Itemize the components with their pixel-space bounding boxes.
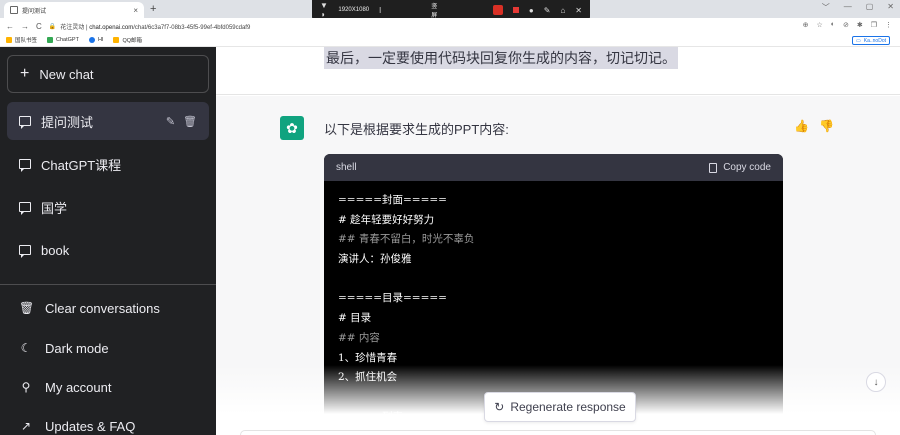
- scroll-down-button[interactable]: ↓: [866, 372, 886, 392]
- edit-pencil-icon[interactable]: ✎: [166, 115, 175, 128]
- chat-bubble-icon: [19, 159, 31, 172]
- conversation-item[interactable]: 国学: [7, 188, 209, 226]
- plus-icon: +: [20, 65, 30, 82]
- new-chat-button[interactable]: + New chat: [7, 55, 209, 93]
- chatgpt-logo-icon: ✿: [280, 116, 304, 140]
- address-bar: ← → C 🔒 花注灵动 | chat.openai.com/chat/6c3a…: [0, 18, 900, 34]
- clipboard-icon: [709, 162, 718, 173]
- recorder-filter-icon: ▼ ◑: [320, 1, 328, 19]
- message-input[interactable]: [240, 430, 876, 435]
- extension-icon[interactable]: ◐: [831, 21, 835, 29]
- code-line: ## 内容: [338, 331, 380, 344]
- resolution-label: 1920X1080: [338, 7, 370, 13]
- regenerate-response-button[interactable]: ↻ Regenerate response: [484, 392, 636, 422]
- qq-mail-icon: [113, 37, 120, 43]
- url-path: /chat/6c3a7f7-08b3-45f5-99ef-4bfd059cdaf…: [133, 24, 251, 31]
- block-icon[interactable]: ⊘: [843, 21, 849, 29]
- record-icon[interactable]: [493, 5, 503, 15]
- updates-faq-link[interactable]: ↗ Updates & FAQ: [7, 408, 209, 435]
- thumbs-up-icon[interactable]: 👍: [794, 119, 809, 133]
- stop-icon[interactable]: [512, 7, 519, 13]
- user-icon: ⚲: [21, 380, 31, 394]
- lock-icon: 🔒: [48, 23, 57, 30]
- trash-icon[interactable]: 🗑: [183, 115, 197, 128]
- copy-code-button[interactable]: Copy code: [709, 162, 771, 173]
- code-line: =====目录=====: [338, 292, 447, 305]
- back-button[interactable]: ←: [6, 22, 14, 31]
- orientation-label[interactable]: 竖屏: [431, 1, 443, 19]
- dark-mode-button[interactable]: ☾ Dark mode: [7, 330, 209, 366]
- chatgpt-icon: [47, 37, 54, 43]
- my-account-button[interactable]: ⚲ My account: [7, 369, 209, 405]
- clear-conversations-button[interactable]: 🗑 Clear conversations: [7, 290, 209, 326]
- screen-recorder-toolbar: ▼ ◑ 1920X1080 ǀ 竖屏 ● ✎ ⌂ ✕: [312, 0, 590, 20]
- globe-icon: [88, 37, 95, 43]
- window-controls: ﹀ — ▢ ✕: [822, 2, 894, 13]
- screenshot-icon[interactable]: ⌂: [560, 6, 565, 15]
- camera-point-icon[interactable]: ●: [529, 6, 534, 15]
- user-message-row: 最后，一定要使用代码块回复你生成的内容，切记切记。: [216, 47, 900, 95]
- code-line: 演讲人：孙俊雅: [338, 253, 412, 266]
- external-link-icon: ↗: [20, 419, 32, 433]
- bookmarks-bar: 国队书签 ChatGPT HI QQ邮箱: [0, 34, 900, 47]
- refresh-icon: ↻: [494, 400, 505, 414]
- bookmark-item[interactable]: QQ邮箱: [113, 36, 142, 44]
- bookmark-star-icon[interactable]: ☆: [816, 21, 822, 29]
- tab-search-icon[interactable]: ﹀: [822, 2, 830, 13]
- tab-title: 提问测试: [22, 8, 47, 15]
- assistant-intro-text: 以下是根据要求生成的PPT内容:: [324, 122, 509, 137]
- url-prefix: 花注灵动: [60, 24, 85, 31]
- browser-menu-icon[interactable]: ⋮: [885, 21, 892, 29]
- conversation-item[interactable]: book: [7, 231, 209, 269]
- thumbs-down-icon[interactable]: 👎: [819, 119, 834, 133]
- side-panel-icon[interactable]: ❐: [871, 21, 877, 29]
- tab-close-icon[interactable]: ×: [133, 6, 138, 15]
- minimize-button[interactable]: —: [844, 2, 852, 13]
- reload-button[interactable]: C: [36, 22, 42, 31]
- user-message-text: 最后，一定要使用代码块回复你生成的内容，切记切记。: [324, 47, 678, 69]
- chat-bubble-icon: [19, 202, 31, 215]
- code-line: =====封面=====: [338, 194, 447, 206]
- code-line: # 目录: [338, 312, 372, 325]
- sidebar-divider: [0, 284, 216, 285]
- pen-icon[interactable]: ✎: [544, 6, 551, 15]
- maximize-button[interactable]: ▢: [866, 2, 874, 13]
- new-tab-button[interactable]: +: [150, 3, 156, 15]
- conversation-item-active[interactable]: 提问测试 ✎ 🗑: [7, 102, 209, 140]
- extension-badge-icon: ▭: [856, 37, 861, 44]
- address-bar-actions: ⊕ ☆ ◐ ⊘ ✱ ❐ ⋮: [803, 21, 892, 29]
- sidebar: + New chat 提问测试 ✎ 🗑 ChatGPT课程 国学 book 🗑 …: [0, 47, 216, 435]
- feedback-buttons: 👍 👎: [794, 119, 834, 133]
- bookmark-item[interactable]: HI: [88, 37, 103, 43]
- chat-bubble-icon: [19, 116, 31, 129]
- zoom-icon[interactable]: ⊕: [803, 21, 809, 29]
- code-line: ## 青春不留白，时光不辜负: [338, 233, 475, 246]
- code-language: shell: [336, 162, 357, 173]
- chat-bubble-icon: [19, 245, 31, 258]
- url-field[interactable]: 花注灵动 | chat.openai.com/chat/6c3a7f7-08b3…: [60, 22, 250, 31]
- chat-main: 最后，一定要使用代码块回复你生成的内容，切记切记。 ✿ 以下是根据要求生成的PP…: [216, 47, 900, 435]
- code-line: # 趁年轻要好好努力: [338, 213, 435, 226]
- url-host: chat.openai.com: [89, 24, 134, 31]
- code-block-header: shell Copy code: [324, 154, 783, 181]
- bookmark-item[interactable]: ChatGPT: [47, 37, 79, 43]
- extension-badge[interactable]: ▭ Ka..noDot: [852, 36, 890, 45]
- forward-button[interactable]: →: [21, 22, 29, 31]
- browser-tab[interactable]: 提问测试 ×: [4, 2, 144, 18]
- extensions-puzzle-icon[interactable]: ✱: [857, 21, 863, 29]
- tab-favicon-icon: [10, 6, 18, 14]
- close-window-button[interactable]: ✕: [887, 2, 894, 13]
- recorder-resolution[interactable]: ▼ ◑ 1920X1080: [320, 1, 369, 19]
- bookmark-item[interactable]: 国队书签: [6, 36, 37, 44]
- recorder-close-icon[interactable]: ✕: [575, 6, 582, 15]
- folder-icon: [6, 37, 12, 43]
- moon-icon: ☾: [20, 341, 32, 355]
- trash-icon: 🗑: [19, 301, 35, 315]
- recorder-pin-icon[interactable]: ǀ: [379, 6, 381, 15]
- conversation-item[interactable]: ChatGPT课程: [7, 145, 209, 183]
